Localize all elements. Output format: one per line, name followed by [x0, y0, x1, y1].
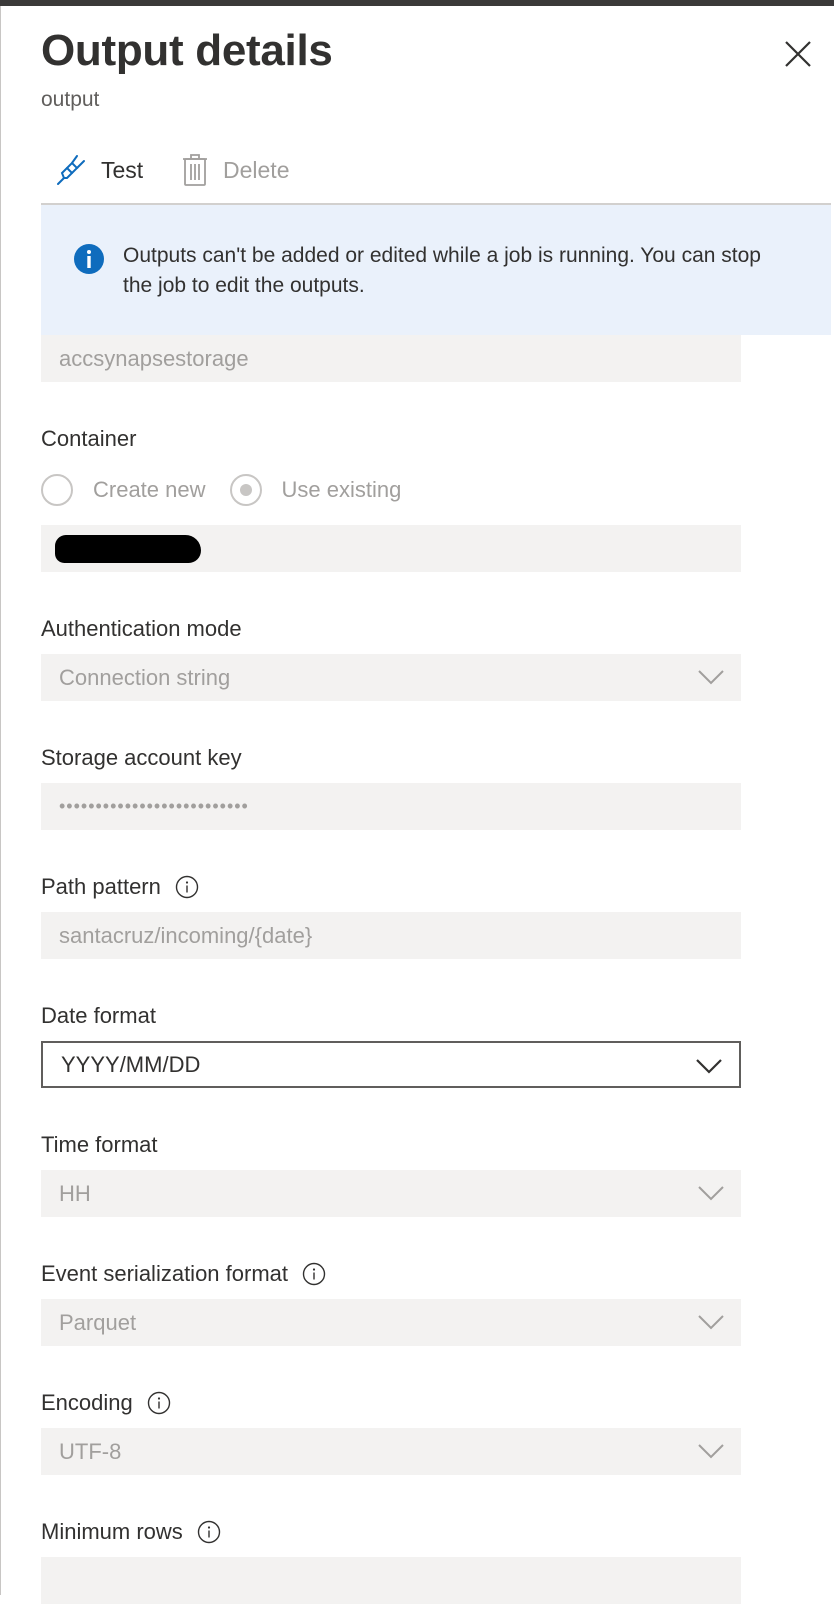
encoding-label: Encoding — [41, 1390, 171, 1416]
serialization-label: Event serialization format — [41, 1261, 326, 1287]
radio-use-existing-label: Use existing — [281, 477, 402, 502]
storage-key-field: •••••••••••••••••••••••••• — [41, 783, 741, 830]
info-icon — [74, 244, 104, 274]
info-icon[interactable] — [302, 1262, 326, 1286]
radio-create-new[interactable]: Create new — [41, 474, 206, 506]
info-banner: Outputs can't be added or edited while a… — [41, 205, 831, 335]
min-rows-field — [41, 1557, 741, 1604]
path-pattern-label: Path pattern — [41, 874, 199, 900]
path-pattern-label-text: Path pattern — [41, 874, 161, 899]
info-icon[interactable] — [147, 1391, 171, 1415]
close-button[interactable] — [782, 38, 814, 70]
info-icon[interactable] — [175, 875, 199, 899]
chevron-down-icon — [698, 1315, 724, 1330]
container-label: Container — [41, 426, 136, 452]
time-format-dropdown: HH — [41, 1170, 741, 1217]
min-rows-label: Minimum rows — [41, 1519, 221, 1545]
banner-message: Outputs can't be added or edited while a… — [123, 244, 761, 297]
delete-button[interactable]: Delete — [181, 145, 289, 195]
panel-title: Output details — [41, 26, 333, 75]
path-pattern-field: santacruz/incoming/{date} — [41, 912, 741, 959]
date-format-dropdown[interactable]: YYYY/MM/DD — [41, 1041, 741, 1088]
storage-key-label: Storage account key — [41, 745, 242, 771]
trash-icon — [183, 154, 207, 186]
encoding-value: UTF-8 — [59, 1438, 122, 1464]
date-format-label-text: Date format — [41, 1003, 156, 1028]
auth-mode-label-text: Authentication mode — [41, 616, 242, 641]
chevron-down-icon — [698, 1186, 724, 1201]
plug-icon — [57, 155, 85, 185]
encoding-label-text: Encoding — [41, 1390, 133, 1415]
auth-mode-dropdown: Connection string — [41, 654, 741, 701]
auth-mode-label: Authentication mode — [41, 616, 242, 642]
time-format-label: Time format — [41, 1132, 158, 1158]
radio-create-new-label: Create new — [93, 477, 206, 502]
chevron-down-icon — [698, 670, 724, 685]
delete-label: Delete — [223, 156, 290, 183]
serialization-label-text: Event serialization format — [41, 1261, 288, 1286]
panel-subtitle: output — [41, 88, 100, 111]
top-border — [0, 0, 834, 6]
path-pattern-value: santacruz/incoming/{date} — [59, 922, 313, 948]
close-icon — [785, 41, 811, 67]
date-format-label: Date format — [41, 1003, 156, 1029]
container-radio-group: Create new Use existing — [41, 470, 425, 510]
chevron-down-icon — [698, 1444, 724, 1459]
storage-account-field: accsynapsestorage — [41, 335, 741, 382]
radio-use-existing[interactable]: Use existing — [229, 474, 402, 506]
container-label-text: Container — [41, 426, 137, 451]
min-rows-label-text: Minimum rows — [41, 1519, 183, 1544]
test-label: Test — [101, 156, 144, 183]
storage-key-label-text: Storage account key — [41, 745, 242, 770]
command-bar: Test Delete — [41, 145, 831, 203]
redacted-container-name — [55, 535, 201, 563]
radio-use-existing-circle — [229, 474, 262, 506]
container-name-field — [41, 525, 741, 572]
serialization-dropdown: Parquet — [41, 1299, 741, 1346]
auth-mode-value: Connection string — [59, 664, 231, 690]
storage-account-value: accsynapsestorage — [59, 345, 249, 371]
time-format-value: HH — [59, 1180, 91, 1206]
test-button[interactable]: Test — [55, 145, 143, 195]
storage-key-value: •••••••••••••••••••••••••• — [59, 796, 249, 816]
serialization-value: Parquet — [59, 1309, 137, 1335]
radio-create-new-circle — [41, 474, 73, 506]
chevron-down-icon — [696, 1059, 722, 1074]
info-icon[interactable] — [197, 1520, 221, 1544]
encoding-dropdown: UTF-8 — [41, 1428, 741, 1475]
panel-left-border — [0, 6, 1, 1595]
time-format-label-text: Time format — [41, 1132, 158, 1157]
date-format-value: YYYY/MM/DD — [61, 1051, 201, 1077]
